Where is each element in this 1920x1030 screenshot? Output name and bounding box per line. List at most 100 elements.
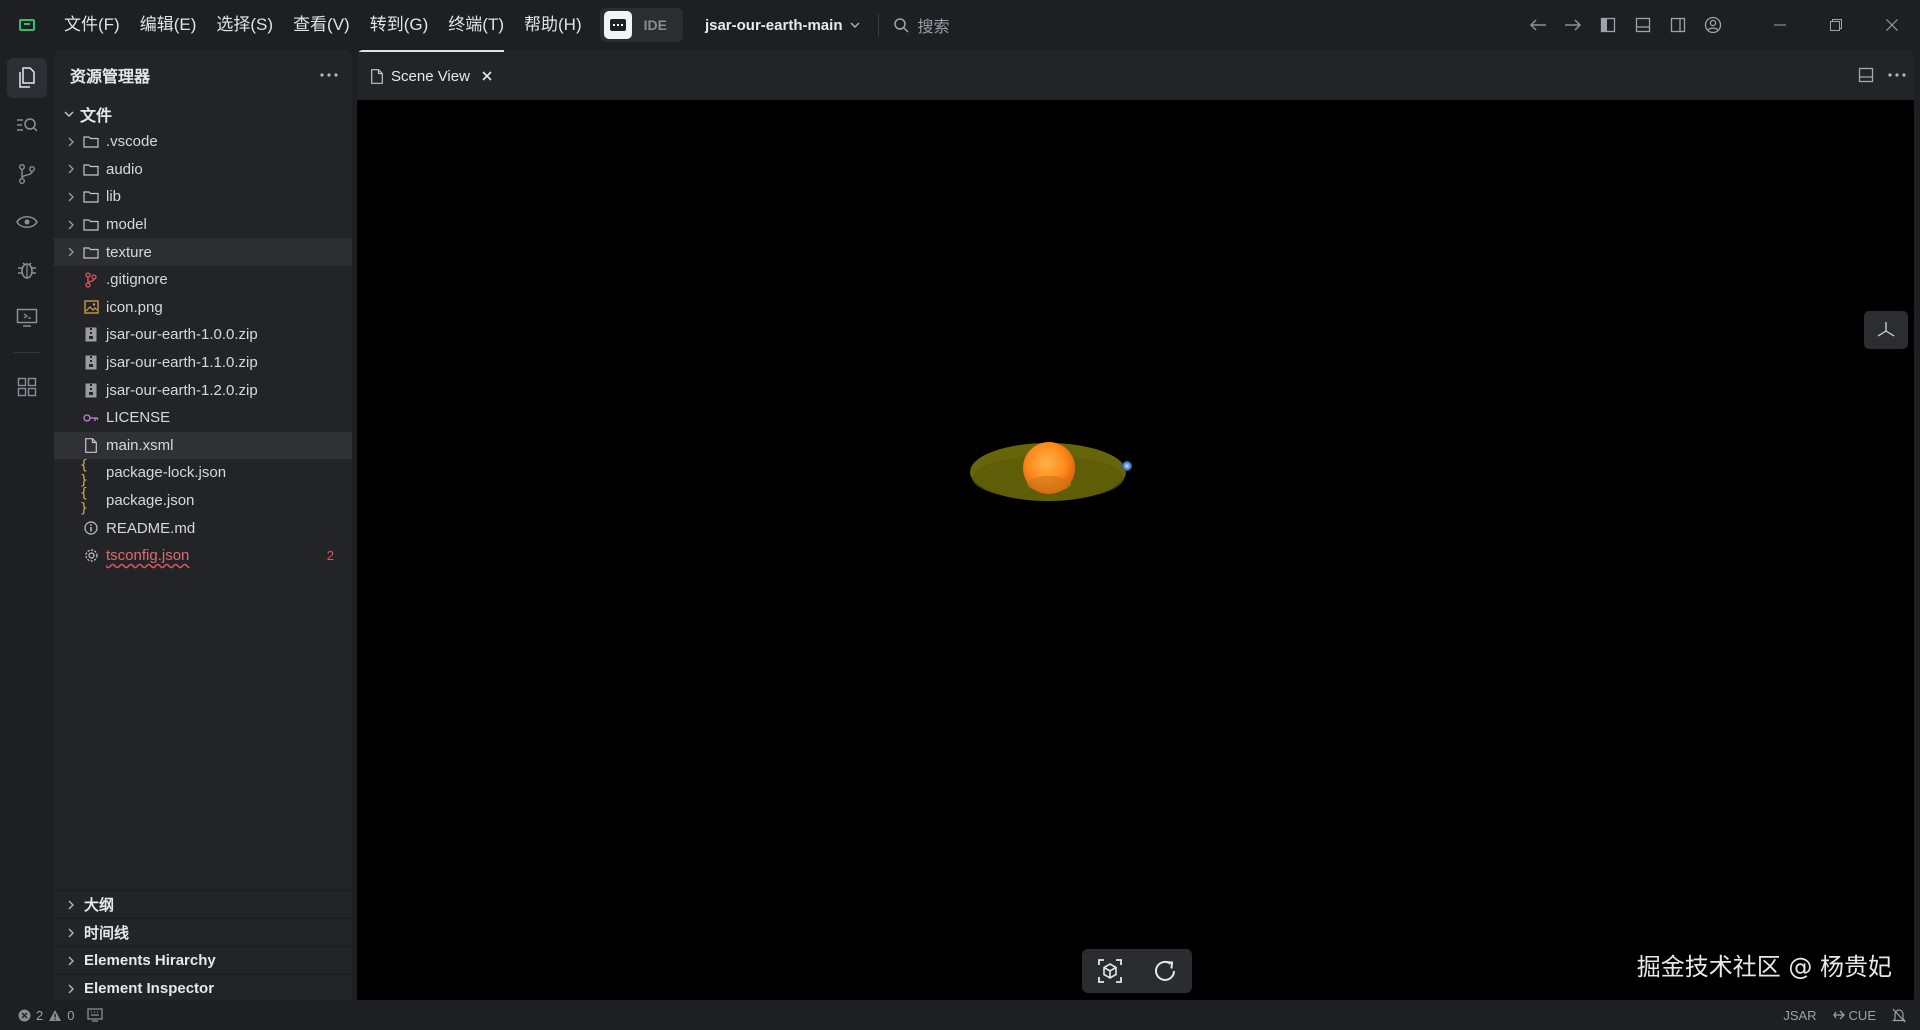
back-button[interactable] [1520, 0, 1555, 50]
sidebar-right-icon [1670, 17, 1685, 33]
tree-item-zip-120[interactable]: jsar-our-earth-1.2.0.zip [54, 376, 352, 404]
axis-gizmo-button[interactable] [1864, 311, 1908, 349]
app-logo-icon [0, 0, 54, 50]
menu-selection[interactable]: 选择(S) [206, 0, 283, 50]
activity-preview[interactable] [0, 198, 54, 246]
chevron-right-icon [64, 164, 78, 174]
tree-item-package-json[interactable]: { } package.json [54, 485, 352, 516]
minimize-button[interactable] [1752, 0, 1808, 50]
tab-scene-view[interactable]: Scene View [357, 50, 504, 100]
language-indicator[interactable]: JSAR [1783, 1008, 1816, 1023]
project-selector[interactable]: jsar-our-earth-main [705, 17, 861, 34]
activity-search[interactable] [0, 102, 54, 150]
preview-icon [609, 19, 626, 31]
explorer-sidebar: 资源管理器 文件 .vscode audio lib model texture… [54, 50, 352, 1000]
tree-item-readme[interactable]: README.md [54, 514, 352, 542]
explorer-header: 资源管理器 [54, 50, 352, 100]
cue-indicator[interactable]: CUE [1832, 1007, 1876, 1023]
menu-view[interactable]: 查看(V) [283, 0, 360, 50]
menu-edit[interactable]: 编辑(E) [130, 0, 207, 50]
chevron-right-icon [64, 192, 78, 202]
mode-switch: IDE [599, 8, 683, 42]
notifications-muted-icon[interactable] [1892, 1008, 1906, 1023]
status-bar: 2 0 JSAR CUE [0, 1000, 1920, 1030]
warning-count: 0 [67, 1007, 75, 1023]
cue-label: CUE [1848, 1007, 1876, 1023]
tree-item-label: package-lock.json [106, 464, 227, 482]
toggle-sidebar-button[interactable] [1590, 0, 1625, 50]
scene-viewport[interactable]: 掘金技术社区 @ 杨贵妃 [357, 100, 1914, 1000]
error-count: 2 [36, 1007, 44, 1023]
activity-extensions[interactable] [0, 363, 54, 411]
tree-item-label: lib [106, 188, 122, 206]
sidebar-left-icon [1600, 17, 1615, 33]
more-actions-icon[interactable] [320, 73, 338, 77]
extensions-icon [17, 377, 37, 397]
arrow-right-icon [1564, 19, 1581, 31]
tree-item-tsconfig[interactable]: tsconfig.json 2 [54, 542, 352, 570]
menu-file[interactable]: 文件(F) [54, 0, 130, 50]
command-search[interactable]: 搜索 [893, 13, 950, 37]
close-window-button[interactable] [1864, 0, 1920, 50]
tree-item-package-lock[interactable]: { } package-lock.json [54, 458, 352, 488]
error-icon [18, 1009, 31, 1021]
explorer-title: 资源管理器 [70, 69, 151, 86]
minimize-icon [1774, 24, 1786, 26]
refresh-icon[interactable] [1151, 957, 1179, 985]
tree-item-icon-png[interactable]: icon.png [54, 294, 352, 322]
warning-icon [49, 1009, 62, 1021]
scene-toolbar [1082, 949, 1192, 993]
section-element-inspector[interactable]: Element Inspector [54, 974, 352, 1002]
section-outline[interactable]: 大纲 [54, 890, 352, 918]
gear-icon [80, 548, 102, 563]
menu-go[interactable]: 转到(G) [360, 0, 439, 50]
tree-item-license[interactable]: LICENSE [54, 404, 352, 432]
tree-item-model[interactable]: model [54, 211, 352, 239]
toggle-panel-button[interactable] [1625, 0, 1660, 50]
folder-icon [80, 246, 102, 259]
divider [878, 14, 880, 36]
tab-bar: Scene View [357, 50, 1914, 100]
section-elements-hierarchy[interactable]: Elements Hirarchy [54, 946, 352, 974]
account-icon [1704, 16, 1721, 34]
scene-canvas [970, 442, 1132, 501]
split-editor-icon[interactable] [1858, 67, 1874, 83]
tree-item-texture[interactable]: texture [54, 238, 352, 266]
restore-icon [1830, 19, 1842, 31]
tree-item-main-xsml[interactable]: main.xsml [54, 431, 352, 460]
remote-explorer-icon [16, 308, 38, 327]
tree-item-audio[interactable]: audio [54, 156, 352, 184]
title-actions [1520, 0, 1920, 50]
key-icon [80, 413, 102, 423]
sidebar-sections: 大纲 时间线 Elements Hirarchy Element Inspect… [54, 890, 352, 1002]
close-icon [1886, 19, 1898, 31]
reset-camera-icon[interactable] [1096, 957, 1124, 985]
tree-item-vscode[interactable]: .vscode [54, 128, 352, 156]
account-button[interactable] [1695, 0, 1730, 50]
tree-item-zip-110[interactable]: jsar-our-earth-1.1.0.zip [54, 349, 352, 377]
preview-mode-button[interactable] [603, 11, 632, 39]
problems-indicator[interactable]: 2 0 [0, 1007, 104, 1023]
menu-terminal[interactable]: 终端(T) [438, 0, 514, 50]
tree-item-lib[interactable]: lib [54, 183, 352, 211]
tree-item-zip-100[interactable]: jsar-our-earth-1.0.0.zip [54, 321, 352, 349]
section-timeline[interactable]: 时间线 [54, 918, 352, 946]
files-section-header[interactable]: 文件 [54, 100, 352, 128]
ide-mode-button[interactable]: IDE [632, 17, 679, 33]
activity-source-control[interactable] [0, 150, 54, 198]
restore-button[interactable] [1808, 0, 1864, 50]
folder-icon [80, 190, 102, 204]
toggle-secondary-sidebar-button[interactable] [1660, 0, 1695, 50]
menu-help[interactable]: 帮助(H) [514, 0, 592, 50]
close-icon[interactable] [482, 71, 492, 81]
forward-button[interactable] [1555, 0, 1590, 50]
terminal-icon[interactable] [87, 1008, 104, 1022]
divider [14, 352, 40, 353]
more-actions-icon[interactable] [1888, 73, 1906, 77]
activity-debug[interactable] [0, 246, 54, 294]
json-icon: { } [80, 485, 88, 516]
eye-icon [16, 216, 38, 228]
activity-remote[interactable] [0, 294, 54, 342]
tree-item-gitignore[interactable]: .gitignore [54, 266, 352, 294]
activity-explorer[interactable] [0, 54, 54, 102]
